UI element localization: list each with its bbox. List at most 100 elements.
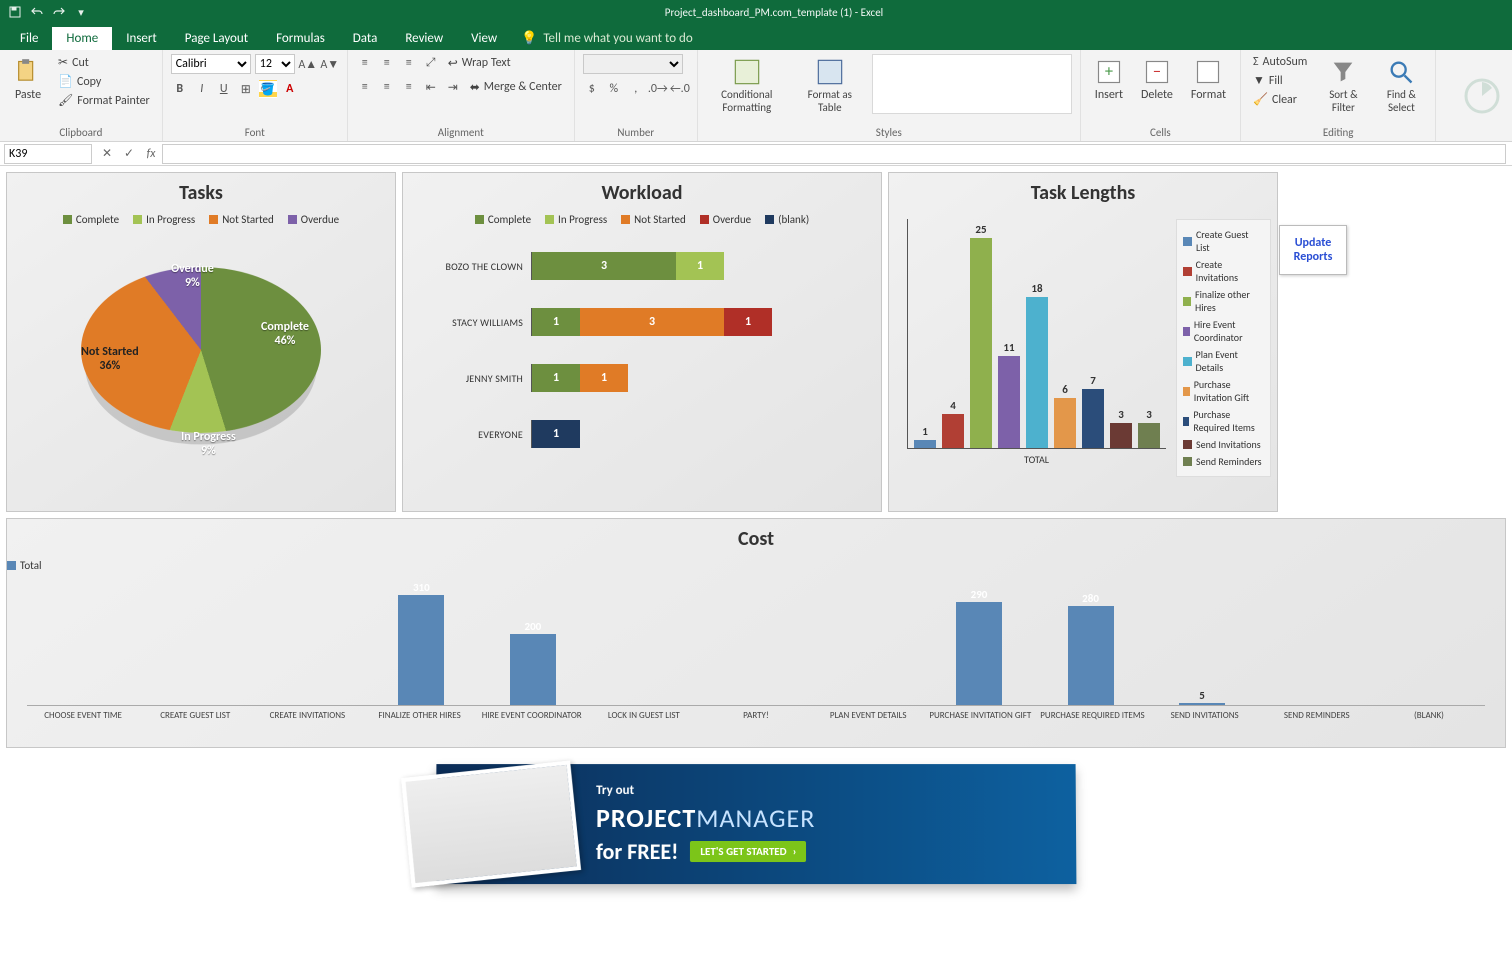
enter-formula-icon[interactable]: ✓ xyxy=(118,146,140,161)
group-alignment: ≡ ≡ ≡ ⤢ ↩Wrap Text ≡ ≡ ≡ ⇤ ⇥ ⬌Merge & Ce… xyxy=(348,50,575,141)
indent-dec-icon[interactable]: ⇤ xyxy=(422,78,440,96)
tasks-pie-chart: Complete46% In Progress9% Not Started36%… xyxy=(61,240,341,480)
banner-thumbnail xyxy=(401,761,581,888)
conditional-formatting-button[interactable]: Conditional Formatting xyxy=(706,54,788,118)
cost-xlabel: (BLANK) xyxy=(1373,710,1485,721)
window-title: Project_dashboard_PM.com_template (1) - … xyxy=(96,6,1452,19)
merge-center-button[interactable]: ⬌Merge & Center xyxy=(466,79,566,96)
tab-file[interactable]: File xyxy=(6,27,52,50)
copy-button[interactable]: 📄Copy xyxy=(54,73,154,90)
fx-icon[interactable]: fx xyxy=(140,147,162,161)
workload-segment: 1 xyxy=(532,308,580,336)
legend-item: Not Started xyxy=(209,213,274,226)
group-label: Clipboard xyxy=(8,124,154,139)
undo-icon[interactable] xyxy=(30,5,44,19)
font-size-select[interactable]: 12 xyxy=(255,54,295,74)
format-cells-button[interactable]: Format xyxy=(1185,54,1232,106)
save-icon[interactable] xyxy=(8,5,22,19)
group-editing: ΣAutoSum ▼Fill 🧹Clear Sort & Filter Find… xyxy=(1241,50,1436,141)
workload-row: JENNY SMITH11 xyxy=(413,350,861,406)
border-button[interactable]: ⊞ xyxy=(237,80,255,98)
number-format-select[interactable] xyxy=(583,54,683,74)
align-right-icon[interactable]: ≡ xyxy=(400,78,418,96)
increase-font-icon[interactable]: A▲ xyxy=(299,55,317,73)
wrap-text-button[interactable]: ↩Wrap Text xyxy=(444,55,515,72)
sort-filter-button[interactable]: Sort & Filter xyxy=(1317,54,1369,118)
insert-cells-button[interactable]: +Insert xyxy=(1089,54,1129,106)
format-as-table-button[interactable]: Format as Table xyxy=(794,54,866,118)
task-lengths-panel[interactable]: Task Lengths 142511186733 TOTAL Create G… xyxy=(888,172,1278,512)
task-lengths-xlabel: TOTAL xyxy=(907,449,1166,466)
align-middle-icon[interactable]: ≡ xyxy=(378,54,396,72)
group-label: Editing xyxy=(1249,124,1427,139)
cut-button[interactable]: ✂Cut xyxy=(54,54,154,71)
decrease-decimal-icon[interactable]: ←.0 xyxy=(671,80,689,98)
increase-decimal-icon[interactable]: .0→ xyxy=(649,80,667,98)
autosum-button[interactable]: ΣAutoSum xyxy=(1249,54,1311,70)
delete-cells-button[interactable]: −Delete xyxy=(1135,54,1179,106)
clear-button[interactable]: 🧹Clear xyxy=(1249,91,1311,108)
tab-data[interactable]: Data xyxy=(339,27,392,50)
legend-item: Send Invitations xyxy=(1183,436,1264,453)
cost-xlabel: FINALIZE OTHER HIRES xyxy=(363,710,475,721)
workload-segment: 1 xyxy=(676,252,724,280)
workload-panel[interactable]: Workload Complete In Progress Not Starte… xyxy=(402,172,882,512)
bold-button[interactable]: B xyxy=(171,80,189,98)
cost-panel[interactable]: Cost Total 3102002902805 CHOOSE EVENT TI… xyxy=(6,518,1506,748)
paste-button[interactable]: Paste xyxy=(8,54,48,106)
tab-view[interactable]: View xyxy=(457,27,511,50)
tab-formulas[interactable]: Formulas xyxy=(262,27,339,50)
cost-legend: Total xyxy=(7,555,1505,580)
tab-page-layout[interactable]: Page Layout xyxy=(171,27,262,50)
tab-home[interactable]: Home xyxy=(52,27,112,50)
update-reports-button[interactable]: Update Reports xyxy=(1279,225,1347,275)
find-select-button[interactable]: Find & Select xyxy=(1375,54,1427,118)
formula-input[interactable] xyxy=(162,144,1506,164)
indent-inc-icon[interactable]: ⇥ xyxy=(444,78,462,96)
cost-xlabel: CREATE GUEST LIST xyxy=(139,710,251,721)
format-painter-button[interactable]: 🖌Format Painter xyxy=(54,92,154,109)
font-color-button[interactable]: A xyxy=(281,80,299,98)
tasks-legend: Complete In Progress Not Started Overdue xyxy=(7,209,395,234)
cost-xlabel: LOCK IN GUEST LIST xyxy=(588,710,700,721)
tasks-panel[interactable]: Tasks Complete In Progress Not Started O… xyxy=(6,172,396,512)
group-label: Cells xyxy=(1089,124,1232,139)
redo-icon[interactable] xyxy=(52,5,66,19)
cell-styles-gallery[interactable] xyxy=(872,54,1072,114)
tell-me-search[interactable]: 💡 Tell me what you want to do xyxy=(511,27,703,50)
percent-icon[interactable]: % xyxy=(605,80,623,98)
banner-line1: Try out xyxy=(596,783,815,798)
underline-button[interactable]: U xyxy=(215,80,233,98)
align-left-icon[interactable]: ≡ xyxy=(356,78,374,96)
cancel-formula-icon[interactable]: ✕ xyxy=(96,146,118,161)
cost-column: 5 xyxy=(1146,703,1258,705)
scissors-icon: ✂ xyxy=(58,55,68,70)
decrease-font-icon[interactable]: A▼ xyxy=(321,55,339,73)
font-name-select[interactable]: Calibri xyxy=(171,54,251,74)
fill-color-button[interactable]: 🪣 xyxy=(259,80,277,98)
group-clipboard: Paste ✂Cut 📄Copy 🖌Format Painter Clipboa… xyxy=(0,50,163,141)
qat-customize-icon[interactable]: ▾ xyxy=(74,5,88,19)
align-top-icon[interactable]: ≡ xyxy=(356,54,374,72)
name-box[interactable] xyxy=(4,144,92,164)
eraser-icon: 🧹 xyxy=(1253,92,1268,107)
tab-review[interactable]: Review xyxy=(391,27,457,50)
italic-button[interactable]: I xyxy=(193,80,211,98)
dashboard-row-1: Tasks Complete In Progress Not Started O… xyxy=(0,166,1512,518)
currency-icon[interactable]: $ xyxy=(583,80,601,98)
legend-item: Finalize other Hires xyxy=(1183,286,1264,316)
align-bottom-icon[interactable]: ≡ xyxy=(400,54,418,72)
align-center-icon[interactable]: ≡ xyxy=(378,78,396,96)
comma-icon[interactable]: , xyxy=(627,80,645,98)
workload-row: BOZO THE CLOWN31 xyxy=(413,238,861,294)
workload-row: STACY WILLIAMS131 xyxy=(413,294,861,350)
app-logo-icon xyxy=(1452,50,1512,141)
workload-segment: 3 xyxy=(532,252,676,280)
cost-title: Cost xyxy=(7,519,1505,555)
orientation-icon[interactable]: ⤢ xyxy=(422,54,440,72)
promo-banner-box[interactable]: Try out PROJECTMANAGER for FREE! LET'S G… xyxy=(436,764,1077,884)
tab-insert[interactable]: Insert xyxy=(112,27,171,50)
legend-item: Purchase Required Items xyxy=(1183,406,1264,436)
fill-button[interactable]: ▼Fill xyxy=(1249,72,1311,89)
banner-cta-button[interactable]: LET'S GET STARTED › xyxy=(690,841,806,862)
